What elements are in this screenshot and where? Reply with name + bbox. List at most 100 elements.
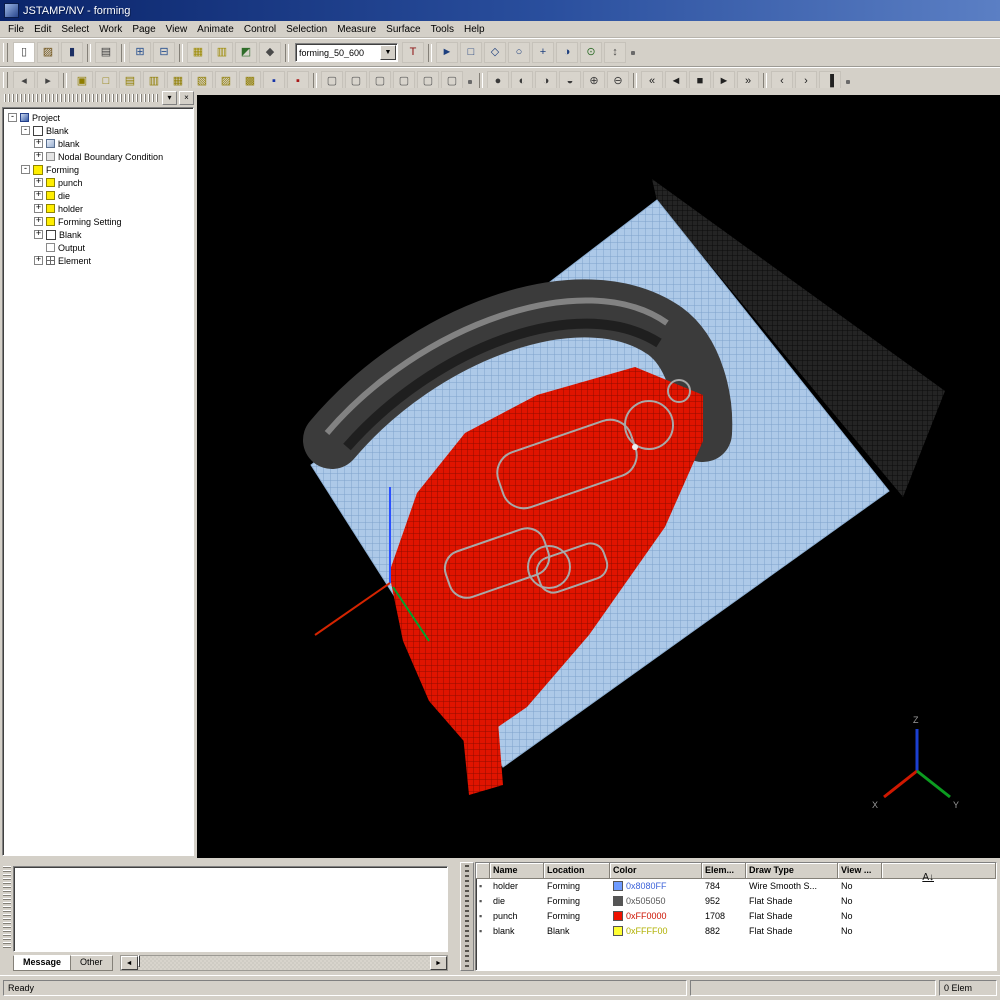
tab-other[interactable]: Other <box>70 955 113 971</box>
menu-animate[interactable]: Animate <box>192 23 239 36</box>
select-polygon-icon[interactable]: ◇ <box>484 42 506 63</box>
part-color[interactable]: 0x8080FF <box>610 881 702 891</box>
menu-page[interactable]: Page <box>127 23 160 36</box>
part-view[interactable]: No <box>838 896 882 906</box>
expander-icon[interactable] <box>34 230 43 239</box>
color-swatch[interactable] <box>613 881 623 891</box>
checkbox-icon[interactable] <box>33 126 43 136</box>
col-elements[interactable]: Elem... <box>702 863 746 879</box>
select-add-icon[interactable]: + <box>532 42 554 63</box>
part-color[interactable]: 0x505050 <box>610 896 702 906</box>
checkbox-icon[interactable] <box>46 230 56 240</box>
print-icon[interactable]: ▤ <box>95 42 117 63</box>
file-combo[interactable]: forming_50_600 ▼ <box>295 43 398 62</box>
new-file-icon[interactable]: ▯ <box>13 42 35 63</box>
tab-message[interactable]: Message <box>13 955 71 971</box>
panel-drag-grip[interactable] <box>4 94 158 102</box>
table-row-die[interactable]: ▪ die Forming 0x505050 952 Flat Shade No <box>476 893 996 908</box>
scrollbar-track[interactable] <box>138 956 430 970</box>
menu-work[interactable]: Work <box>94 23 127 36</box>
message-output-area[interactable] <box>13 866 448 952</box>
part-draw-type[interactable]: Flat Shade <box>746 911 838 921</box>
color-swatch[interactable] <box>613 896 623 906</box>
show-parts-icon[interactable]: ◩ <box>235 42 257 63</box>
select-invert-icon[interactable]: ◑ <box>556 42 578 63</box>
tree-item-forming-setting[interactable]: Forming Setting <box>3 215 193 228</box>
col-location[interactable]: Location <box>544 863 610 879</box>
save-file-icon[interactable]: ▮ <box>61 42 83 63</box>
toolbar-grip[interactable] <box>3 43 8 62</box>
combo-dropdown-icon[interactable]: ▼ <box>380 45 396 60</box>
expander-icon[interactable] <box>34 256 43 265</box>
forming-stage-icon[interactable] <box>33 165 43 175</box>
close-icon[interactable]: × <box>179 91 194 105</box>
row-select-icon[interactable]: ▪ <box>476 881 490 891</box>
menu-file[interactable]: File <box>3 23 29 36</box>
row-select-icon[interactable]: ▪ <box>476 926 490 936</box>
menu-control[interactable]: Control <box>239 23 281 36</box>
panel-side-grip[interactable] <box>460 862 474 971</box>
expander-icon[interactable] <box>21 126 30 135</box>
scrollbar-thumb[interactable] <box>138 955 140 967</box>
menu-view[interactable]: View <box>161 23 193 36</box>
menu-edit[interactable]: Edit <box>29 23 56 36</box>
part-view[interactable]: No <box>838 881 882 891</box>
export-model-icon[interactable]: ⊟ <box>153 42 175 63</box>
menu-help[interactable]: Help <box>459 23 490 36</box>
col-view[interactable]: View ... <box>838 863 882 879</box>
menu-select[interactable]: Select <box>56 23 94 36</box>
import-model-icon[interactable]: ⊞ <box>129 42 151 63</box>
part-draw-type[interactable]: Flat Shade <box>746 896 838 906</box>
table-row-holder[interactable]: ▪ holder Forming 0x8080FF 784 Wire Smoot… <box>476 878 996 893</box>
tree-item-blank-group[interactable]: Blank <box>3 124 193 137</box>
tree-item-die[interactable]: die <box>3 189 193 202</box>
show-mesh-icon[interactable]: ▥ <box>211 42 233 63</box>
sort-button[interactable]: A↓ <box>922 872 934 883</box>
menu-surface[interactable]: Surface <box>381 23 425 36</box>
expander-icon[interactable] <box>34 217 43 226</box>
select-cursor-icon[interactable]: ► <box>436 42 458 63</box>
tree-item-forming[interactable]: Forming <box>3 163 193 176</box>
title-bar[interactable]: JSTAMP/NV - forming <box>0 0 1000 21</box>
scroll-right-icon[interactable]: ► <box>430 956 447 970</box>
part-view[interactable]: No <box>838 911 882 921</box>
tree-item-blank-2[interactable]: Blank <box>3 228 193 241</box>
expander-icon[interactable] <box>21 165 30 174</box>
table-row-punch[interactable]: ▪ punch Forming 0xFF0000 1708 Flat Shade… <box>476 908 996 923</box>
zoom-window-icon[interactable]: ⊙ <box>580 42 602 63</box>
tree-item-element[interactable]: Element <box>3 254 193 267</box>
tree-item-blank[interactable]: blank <box>3 137 193 150</box>
panel-header[interactable]: ▾ × <box>2 91 194 105</box>
row-select-icon[interactable]: ▪ <box>476 896 490 906</box>
select-window-icon[interactable]: □ <box>460 42 482 63</box>
row-select-icon[interactable]: ▪ <box>476 911 490 921</box>
tree-item-holder[interactable]: holder <box>3 202 193 215</box>
panel-drag-grip[interactable] <box>3 866 11 949</box>
3d-viewport[interactable]: Z X Y <box>197 95 1000 858</box>
color-swatch[interactable] <box>613 911 623 921</box>
part-draw-type[interactable]: Wire Smooth S... <box>746 881 838 891</box>
part-color[interactable]: 0xFFFF00 <box>610 926 702 936</box>
measure-icon[interactable]: ↕ <box>604 42 626 63</box>
pin-icon[interactable]: ▾ <box>162 91 177 105</box>
expander-icon[interactable] <box>34 204 43 213</box>
tree-item-nodal-boundary-condition[interactable]: Nodal Boundary Condition <box>3 150 193 163</box>
select-circle-icon[interactable]: ○ <box>508 42 530 63</box>
expander-icon[interactable] <box>34 139 43 148</box>
color-swatch[interactable] <box>613 926 623 936</box>
menu-selection[interactable]: Selection <box>281 23 332 36</box>
tree-item-output[interactable]: Output <box>3 241 193 254</box>
menu-tools[interactable]: Tools <box>426 23 459 36</box>
expander-icon[interactable] <box>8 113 17 122</box>
col-select[interactable] <box>476 863 490 879</box>
menu-measure[interactable]: Measure <box>332 23 381 36</box>
horizontal-scrollbar[interactable]: ◄ ► <box>120 955 448 971</box>
expander-icon[interactable] <box>34 178 43 187</box>
part-color[interactable]: 0xFF0000 <box>610 911 702 921</box>
expander-icon[interactable] <box>34 152 43 161</box>
expander-icon[interactable] <box>34 191 43 200</box>
col-color[interactable]: Color <box>610 863 702 879</box>
part-view[interactable]: No <box>838 926 882 936</box>
tree-item-project[interactable]: Project <box>3 111 193 124</box>
col-name[interactable]: Name <box>490 863 544 879</box>
